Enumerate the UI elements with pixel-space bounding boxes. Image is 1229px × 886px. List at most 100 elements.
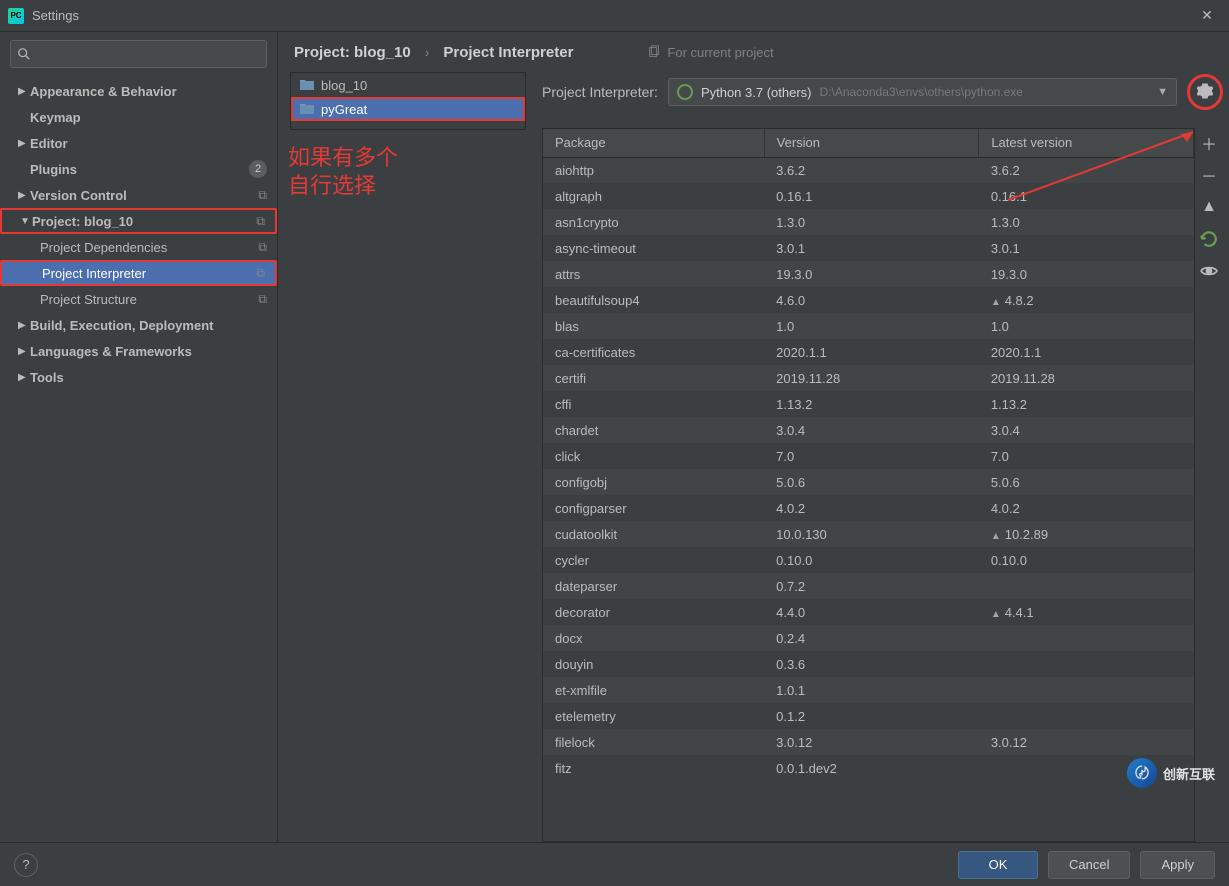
cell-version: 1.0.1	[764, 677, 979, 703]
window-title: Settings	[32, 8, 1193, 23]
title-bar: PC Settings ✕	[0, 0, 1229, 32]
sidebar-item[interactable]: Project Interpreter ⧉	[0, 260, 277, 286]
cell-package: decorator	[543, 599, 764, 625]
table-row[interactable]: chardet3.0.43.0.4	[543, 417, 1194, 443]
table-row[interactable]: altgraph0.16.10.16.1	[543, 183, 1194, 209]
col-version[interactable]: Version	[764, 129, 979, 157]
sidebar-item[interactable]: Project Structure⧉	[0, 286, 277, 312]
cell-package: filelock	[543, 729, 764, 755]
copy-icon: ⧉	[258, 240, 267, 255]
cell-version: 10.0.130	[764, 521, 979, 547]
badge: 2	[249, 160, 267, 178]
sidebar-item[interactable]: ▶Languages & Frameworks	[0, 338, 277, 364]
table-row[interactable]: attrs19.3.019.3.0	[543, 261, 1194, 287]
cell-version: 7.0	[764, 443, 979, 469]
table-row[interactable]: fitz0.0.1.dev2	[543, 755, 1194, 781]
ok-button[interactable]: OK	[958, 851, 1038, 879]
upgrade-package-button[interactable]: ▲	[1198, 196, 1220, 218]
sidebar-item[interactable]: ▶Version Control⧉	[0, 182, 277, 208]
table-row[interactable]: dateparser0.7.2	[543, 573, 1194, 599]
cell-package: docx	[543, 625, 764, 651]
remove-package-button[interactable]: －	[1198, 164, 1220, 186]
chevron-right-icon: ▶	[18, 86, 30, 97]
table-row[interactable]: et-xmlfile1.0.1	[543, 677, 1194, 703]
table-row[interactable]: beautifulsoup44.6.0▲4.8.2	[543, 287, 1194, 313]
refresh-button[interactable]	[1198, 228, 1220, 250]
table-row[interactable]: click7.07.0	[543, 443, 1194, 469]
table-row[interactable]: ca-certificates2020.1.12020.1.1	[543, 339, 1194, 365]
help-button[interactable]: ?	[14, 853, 38, 877]
cell-package: cycler	[543, 547, 764, 573]
show-early-releases-button[interactable]	[1198, 260, 1220, 282]
search-input[interactable]	[37, 47, 260, 62]
search-icon	[17, 47, 31, 61]
table-row[interactable]: certifi2019.11.282019.11.28	[543, 365, 1194, 391]
table-row[interactable]: cycler0.10.00.10.0	[543, 547, 1194, 573]
cell-latest: 7.0	[979, 443, 1194, 469]
col-latest[interactable]: Latest version	[979, 129, 1194, 157]
gear-icon[interactable]	[1197, 83, 1213, 102]
table-row[interactable]: cffi1.13.21.13.2	[543, 391, 1194, 417]
cancel-button[interactable]: Cancel	[1048, 851, 1130, 879]
sidebar-item[interactable]: Project Dependencies ⧉	[0, 234, 277, 260]
table-row[interactable]: configparser4.0.24.0.2	[543, 495, 1194, 521]
annotation-text: 如果有多个 自行选择	[278, 130, 526, 200]
settings-tree: ▶Appearance & BehaviorKeymap▶EditorPlugi…	[0, 74, 277, 842]
table-row[interactable]: decorator4.4.0▲4.4.1	[543, 599, 1194, 625]
add-package-button[interactable]: ＋	[1198, 132, 1220, 154]
col-package[interactable]: Package	[543, 129, 764, 157]
table-row[interactable]: async-timeout3.0.13.0.1	[543, 235, 1194, 261]
table-row[interactable]: filelock3.0.123.0.12	[543, 729, 1194, 755]
sidebar-item[interactable]: ▶Editor	[0, 130, 277, 156]
table-row[interactable]: douyin0.3.6	[543, 651, 1194, 677]
project-item[interactable]: blog_10	[291, 73, 525, 97]
sidebar-item[interactable]: Keymap	[0, 104, 277, 130]
sidebar-item-label: Project Structure	[40, 292, 252, 307]
cell-latest: 19.3.0	[979, 261, 1194, 287]
cell-latest: 1.0	[979, 313, 1194, 339]
sidebar-item-label: Project Dependencies	[40, 240, 252, 255]
sidebar-item[interactable]: ▼Project: blog_10⧉	[0, 208, 277, 234]
packages-table[interactable]: Package Version Latest version aiohttp3.…	[542, 128, 1195, 842]
cell-latest: 2019.11.28	[979, 365, 1194, 391]
interpreter-select[interactable]: Python 3.7 (others) D:\Anaconda3\envs\ot…	[668, 78, 1177, 106]
breadcrumb: Project: blog_10 › Project Interpreter F…	[278, 32, 1229, 72]
project-item[interactable]: pyGreat	[291, 97, 525, 121]
sidebar-item[interactable]: Plugins2	[0, 156, 277, 182]
watermark: 〄 创新互联	[1127, 758, 1215, 788]
cell-latest: ▲10.2.89	[979, 521, 1194, 547]
cell-package: etelemetry	[543, 703, 764, 729]
interpreter-path: D:\Anaconda3\envs\others\python.exe	[820, 85, 1023, 99]
sidebar-item-label: Editor	[30, 136, 267, 151]
table-row[interactable]: blas1.01.0	[543, 313, 1194, 339]
cell-version: 19.3.0	[764, 261, 979, 287]
apply-button[interactable]: Apply	[1140, 851, 1215, 879]
copy-icon: ⧉	[258, 188, 267, 203]
cell-latest	[979, 573, 1194, 599]
sidebar-item[interactable]: ▶Tools	[0, 364, 277, 390]
copy-icon: ⧉	[256, 266, 265, 281]
cell-version: 3.6.2	[764, 157, 979, 183]
sidebar-item[interactable]: ▶Build, Execution, Deployment	[0, 312, 277, 338]
table-row[interactable]: asn1crypto1.3.01.3.0	[543, 209, 1194, 235]
close-icon[interactable]: ✕	[1193, 7, 1221, 24]
search-input-wrapper[interactable]	[10, 40, 267, 68]
sidebar-item-label: Project Interpreter	[42, 266, 250, 281]
cell-package: async-timeout	[543, 235, 764, 261]
sidebar-item[interactable]: ▶Appearance & Behavior	[0, 78, 277, 104]
sidebar-item-label: Plugins	[30, 162, 249, 177]
table-row[interactable]: aiohttp3.6.23.6.2	[543, 157, 1194, 183]
cell-package: ca-certificates	[543, 339, 764, 365]
interpreter-name: Python 3.7 (others)	[701, 85, 812, 100]
cell-version: 2019.11.28	[764, 365, 979, 391]
table-row[interactable]: cudatoolkit10.0.130▲10.2.89	[543, 521, 1194, 547]
table-row[interactable]: docx0.2.4	[543, 625, 1194, 651]
sidebar-item-label: Keymap	[30, 110, 267, 125]
chevron-down-icon: ▼	[20, 216, 32, 227]
interpreter-label: Project Interpreter:	[542, 84, 658, 100]
project-list: blog_10pyGreat	[290, 72, 526, 130]
table-row[interactable]: etelemetry0.1.2	[543, 703, 1194, 729]
cell-package: beautifulsoup4	[543, 287, 764, 313]
table-row[interactable]: configobj5.0.65.0.6	[543, 469, 1194, 495]
cell-latest: 0.16.1	[979, 183, 1194, 209]
